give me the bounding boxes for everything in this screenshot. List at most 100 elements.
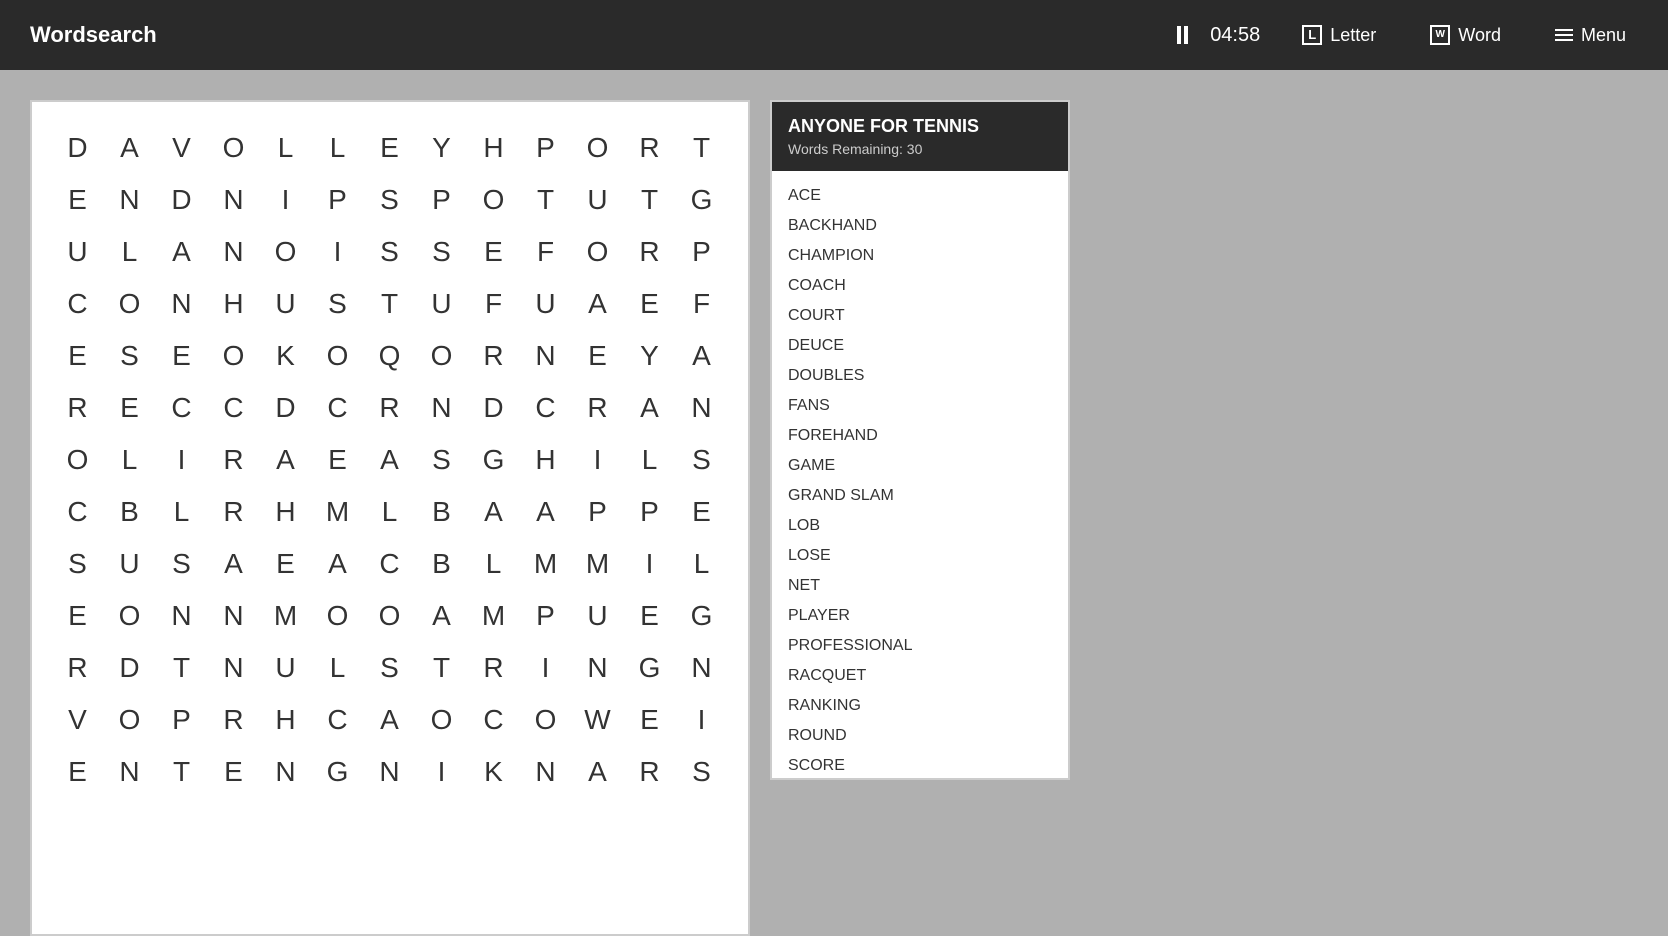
word-item-11[interactable]: LOB <box>772 511 1068 541</box>
grid-cell-1-5[interactable]: P <box>312 174 364 226</box>
grid-cell-4-6[interactable]: Q <box>364 330 416 382</box>
grid-cell-0-1[interactable]: A <box>104 122 156 174</box>
grid-cell-0-7[interactable]: Y <box>416 122 468 174</box>
grid-cell-9-12[interactable]: G <box>676 590 728 642</box>
grid-cell-3-2[interactable]: N <box>156 278 208 330</box>
grid-cell-9-0[interactable]: E <box>52 590 104 642</box>
grid-cell-11-6[interactable]: A <box>364 694 416 746</box>
grid-cell-9-10[interactable]: U <box>572 590 624 642</box>
grid-cell-9-6[interactable]: O <box>364 590 416 642</box>
word-button[interactable]: W Word <box>1418 19 1513 52</box>
word-item-9[interactable]: GAME <box>772 451 1068 481</box>
grid-cell-3-4[interactable]: U <box>260 278 312 330</box>
grid-cell-10-8[interactable]: R <box>468 642 520 694</box>
grid-cell-4-12[interactable]: A <box>676 330 728 382</box>
word-item-0[interactable]: ACE <box>772 181 1068 211</box>
grid-cell-2-12[interactable]: P <box>676 226 728 278</box>
grid-cell-11-10[interactable]: W <box>572 694 624 746</box>
word-item-16[interactable]: RACQUET <box>772 661 1068 691</box>
grid-cell-1-10[interactable]: U <box>572 174 624 226</box>
grid-cell-12-11[interactable]: R <box>624 746 676 798</box>
grid-cell-3-12[interactable]: F <box>676 278 728 330</box>
grid-cell-2-1[interactable]: L <box>104 226 156 278</box>
grid-cell-10-10[interactable]: N <box>572 642 624 694</box>
grid-cell-1-12[interactable]: G <box>676 174 728 226</box>
word-item-14[interactable]: PLAYER <box>772 601 1068 631</box>
grid-cell-0-12[interactable]: T <box>676 122 728 174</box>
letter-button[interactable]: L Letter <box>1290 19 1388 52</box>
grid-cell-5-3[interactable]: C <box>208 382 260 434</box>
grid-cell-0-0[interactable]: D <box>52 122 104 174</box>
word-item-1[interactable]: BACKHAND <box>772 211 1068 241</box>
grid-cell-7-1[interactable]: B <box>104 486 156 538</box>
grid-cell-2-4[interactable]: O <box>260 226 312 278</box>
grid-cell-1-0[interactable]: E <box>52 174 104 226</box>
grid-cell-6-8[interactable]: G <box>468 434 520 486</box>
grid-cell-7-10[interactable]: P <box>572 486 624 538</box>
grid-cell-3-5[interactable]: S <box>312 278 364 330</box>
grid-cell-7-8[interactable]: A <box>468 486 520 538</box>
word-item-2[interactable]: CHAMPION <box>772 241 1068 271</box>
grid-cell-5-8[interactable]: D <box>468 382 520 434</box>
grid-cell-8-1[interactable]: U <box>104 538 156 590</box>
word-item-10[interactable]: GRAND SLAM <box>772 481 1068 511</box>
word-item-19[interactable]: SCORE <box>772 751 1068 778</box>
grid-cell-2-6[interactable]: S <box>364 226 416 278</box>
grid-cell-2-2[interactable]: A <box>156 226 208 278</box>
grid-cell-11-4[interactable]: H <box>260 694 312 746</box>
grid-cell-4-7[interactable]: O <box>416 330 468 382</box>
grid-cell-12-5[interactable]: G <box>312 746 364 798</box>
grid-cell-12-12[interactable]: S <box>676 746 728 798</box>
grid-cell-1-2[interactable]: D <box>156 174 208 226</box>
grid-cell-8-12[interactable]: L <box>676 538 728 590</box>
grid-cell-12-0[interactable]: E <box>52 746 104 798</box>
grid-cell-0-3[interactable]: O <box>208 122 260 174</box>
grid-cell-6-4[interactable]: A <box>260 434 312 486</box>
grid-cell-9-7[interactable]: A <box>416 590 468 642</box>
grid-cell-6-3[interactable]: R <box>208 434 260 486</box>
grid-cell-11-12[interactable]: I <box>676 694 728 746</box>
word-item-17[interactable]: RANKING <box>772 691 1068 721</box>
grid-cell-7-4[interactable]: H <box>260 486 312 538</box>
grid-cell-0-11[interactable]: R <box>624 122 676 174</box>
grid-cell-1-6[interactable]: S <box>364 174 416 226</box>
grid-cell-8-8[interactable]: L <box>468 538 520 590</box>
grid-cell-8-6[interactable]: C <box>364 538 416 590</box>
grid-cell-1-1[interactable]: N <box>104 174 156 226</box>
grid-cell-12-9[interactable]: N <box>520 746 572 798</box>
grid-cell-4-3[interactable]: O <box>208 330 260 382</box>
grid-cell-9-5[interactable]: O <box>312 590 364 642</box>
grid-cell-0-10[interactable]: O <box>572 122 624 174</box>
word-item-13[interactable]: NET <box>772 571 1068 601</box>
word-item-5[interactable]: DEUCE <box>772 331 1068 361</box>
grid-cell-5-10[interactable]: R <box>572 382 624 434</box>
grid-cell-5-7[interactable]: N <box>416 382 468 434</box>
grid-cell-2-3[interactable]: N <box>208 226 260 278</box>
grid-cell-2-8[interactable]: E <box>468 226 520 278</box>
grid-cell-7-0[interactable]: C <box>52 486 104 538</box>
grid-cell-4-0[interactable]: E <box>52 330 104 382</box>
grid-cell-3-11[interactable]: E <box>624 278 676 330</box>
grid-cell-10-3[interactable]: N <box>208 642 260 694</box>
grid-cell-9-3[interactable]: N <box>208 590 260 642</box>
grid-cell-12-1[interactable]: N <box>104 746 156 798</box>
grid-cell-10-11[interactable]: G <box>624 642 676 694</box>
grid-cell-4-9[interactable]: N <box>520 330 572 382</box>
grid-cell-11-11[interactable]: E <box>624 694 676 746</box>
grid-cell-3-1[interactable]: O <box>104 278 156 330</box>
grid-cell-6-5[interactable]: E <box>312 434 364 486</box>
grid-cell-10-6[interactable]: S <box>364 642 416 694</box>
grid-cell-5-5[interactable]: C <box>312 382 364 434</box>
grid-cell-6-11[interactable]: L <box>624 434 676 486</box>
grid-cell-3-6[interactable]: T <box>364 278 416 330</box>
grid-cell-5-12[interactable]: N <box>676 382 728 434</box>
word-item-8[interactable]: FOREHAND <box>772 421 1068 451</box>
word-list-scroll[interactable]: ACEBACKHANDCHAMPIONCOACHCOURTDEUCEDOUBLE… <box>772 171 1068 778</box>
grid-cell-1-4[interactable]: I <box>260 174 312 226</box>
grid-cell-6-7[interactable]: S <box>416 434 468 486</box>
grid-cell-8-10[interactable]: M <box>572 538 624 590</box>
grid-cell-12-3[interactable]: E <box>208 746 260 798</box>
grid-cell-9-1[interactable]: O <box>104 590 156 642</box>
grid-cell-10-9[interactable]: I <box>520 642 572 694</box>
grid-cell-8-7[interactable]: B <box>416 538 468 590</box>
